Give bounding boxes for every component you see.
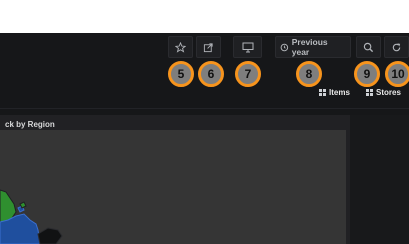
refresh-button[interactable] [384,36,409,58]
tv-mode-button[interactable] [233,36,262,58]
region-map [0,189,63,244]
marker-9: 9 [354,61,380,87]
marker-8: 8 [296,61,322,87]
grid-icon [319,88,326,96]
zoom-out-button[interactable] [356,36,381,58]
side-panel [350,115,409,244]
timepicker-button[interactable]: Previous year [275,36,351,58]
refresh-icon [392,42,401,51]
row-divider [0,108,409,109]
share-icon [203,42,213,52]
marker-7: 7 [235,61,261,87]
link-items-label: Items [329,87,350,97]
clock-icon [280,43,289,51]
grid-icon [366,88,373,96]
marker-5: 5 [168,61,194,87]
map-canvas[interactable] [0,130,346,244]
map-panel: ck by Region [0,115,350,244]
star-button[interactable] [168,36,193,58]
link-stores[interactable]: Stores [366,85,401,99]
monitor-icon [242,42,253,52]
zoom-out-icon [363,42,374,52]
share-button[interactable] [196,36,221,58]
link-stores-label: Stores [376,87,401,97]
panel-title: ck by Region [5,120,55,129]
link-items[interactable]: Items [319,85,350,99]
marker-6: 6 [198,61,224,87]
timepicker-label: Previous year [291,37,328,57]
star-icon [175,41,186,53]
marker-10: 10 [385,61,409,87]
